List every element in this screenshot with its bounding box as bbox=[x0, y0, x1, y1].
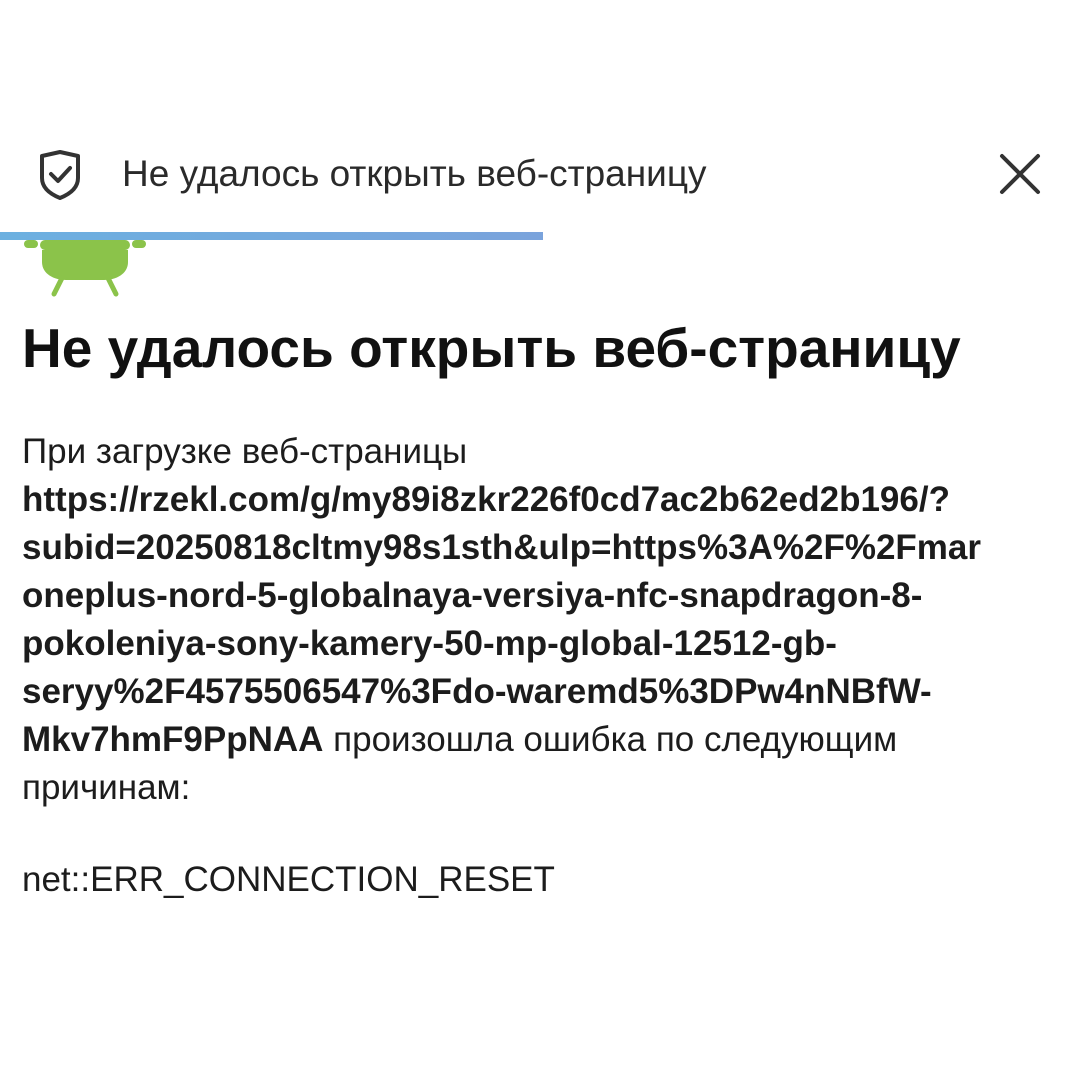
message-tail: причинам: bbox=[22, 768, 191, 807]
error-code: net::ERR_CONNECTION_RESET bbox=[22, 860, 555, 899]
progress-fill bbox=[0, 232, 544, 240]
error-heading: Не удалось открыть веб-страницу bbox=[22, 317, 961, 379]
failed-url-line: subid=20250818cltmy98s1sth&ulp=https%3A%… bbox=[22, 528, 982, 567]
android-robot-icon bbox=[20, 240, 150, 300]
message-before: При загрузке веб-страницы bbox=[22, 432, 468, 471]
page-load-progress-bar bbox=[0, 232, 1080, 240]
failed-url-line: Mkv7hmF9PpNAA bbox=[22, 720, 324, 759]
failed-url-line: oneplus-nord-5-globalnaya-versiya-nfc-sn… bbox=[22, 576, 923, 615]
failed-url-line: seryy%2F4575506547%3Fdo-waremd5%3DPw4nNB… bbox=[22, 672, 932, 711]
toolbar-title[interactable]: Не удалось открыть веб-страницу bbox=[122, 150, 707, 198]
custom-tab-toolbar: Не удалось открыть веб-страницу bbox=[0, 130, 1080, 218]
message-after: произошла ошибка по следующим bbox=[323, 720, 898, 759]
failed-url-line: pokoleniya-sony-kamery-50-mp-global-1251… bbox=[22, 624, 837, 663]
shield-check-icon[interactable] bbox=[36, 148, 84, 200]
error-page-content: Не удалось открыть веб-страницу При загр… bbox=[22, 312, 1080, 904]
close-icon[interactable] bbox=[996, 150, 1044, 198]
failed-url-line: https://rzekl.com/g/my89i8zkr226f0cd7ac2… bbox=[22, 480, 950, 519]
error-message: При загрузке веб-страницы https://rzekl.… bbox=[22, 428, 1080, 812]
